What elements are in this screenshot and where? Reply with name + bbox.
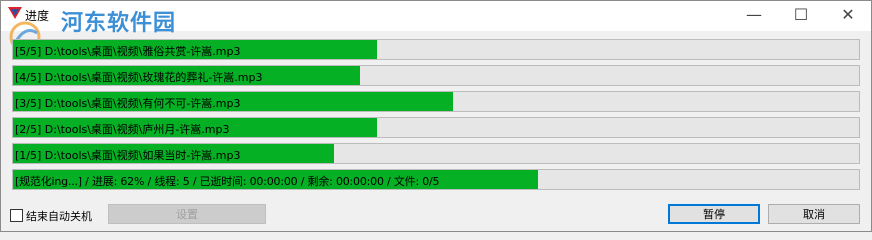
progress-row: [4/5] D:\tools\桌面\视频\玫瑰花的葬礼-许嵩.mp3 (12, 65, 860, 86)
maximize-button[interactable]: ☐ (778, 1, 824, 31)
pause-button[interactable]: 暂停 (668, 204, 760, 224)
progress-row: [1/5] D:\tools\桌面\视频\如果当时-许嵩.mp3 (12, 143, 860, 164)
progress-label: [3/5] D:\tools\桌面\视频\有何不可-许嵩.mp3 (15, 97, 241, 110)
settings-button: 设置 (108, 204, 266, 224)
progress-list: [5/5] D:\tools\桌面\视频\雅俗共赏-许嵩.mp3 [4/5] D… (12, 39, 860, 195)
title-bar[interactable]: 进度 河东软件园 — ☐ ✕ (1, 1, 871, 53)
bottom-bar: 结束自动关机 设置 暂停 取消 (1, 197, 871, 231)
progress-row: [2/5] D:\tools\桌面\视频\庐州月-许嵩.mp3 (12, 117, 860, 138)
auto-shutdown-label[interactable]: 结束自动关机 (26, 208, 92, 224)
progress-row: [5/5] D:\tools\桌面\视频\雅俗共赏-许嵩.mp3 (12, 39, 860, 60)
close-button[interactable]: ✕ (825, 1, 871, 31)
progress-label: [4/5] D:\tools\桌面\视频\玫瑰花的葬礼-许嵩.mp3 (15, 71, 263, 84)
progress-window: 进度 河东软件园 — ☐ ✕ [5/5] D:\tools\桌面\视频\雅俗共赏… (0, 0, 872, 232)
watermark-text: 河东软件园 (61, 10, 177, 36)
progress-label: [1/5] D:\tools\桌面\视频\如果当时-许嵩.mp3 (15, 149, 241, 162)
cancel-button[interactable]: 取消 (768, 204, 860, 224)
progress-label: [5/5] D:\tools\桌面\视频\雅俗共赏-许嵩.mp3 (15, 45, 241, 58)
overall-status-label: [规范化ing...] / 进展: 62% / 线程: 5 / 已逝时间: 00… (15, 175, 440, 188)
minimize-button[interactable]: — (731, 1, 777, 31)
overall-status-bar: [规范化ing...] / 进展: 62% / 线程: 5 / 已逝时间: 00… (12, 169, 860, 190)
progress-row: [3/5] D:\tools\桌面\视频\有何不可-许嵩.mp3 (12, 91, 860, 112)
progress-label: [2/5] D:\tools\桌面\视频\庐州月-许嵩.mp3 (15, 123, 230, 136)
auto-shutdown-checkbox[interactable] (10, 209, 23, 222)
